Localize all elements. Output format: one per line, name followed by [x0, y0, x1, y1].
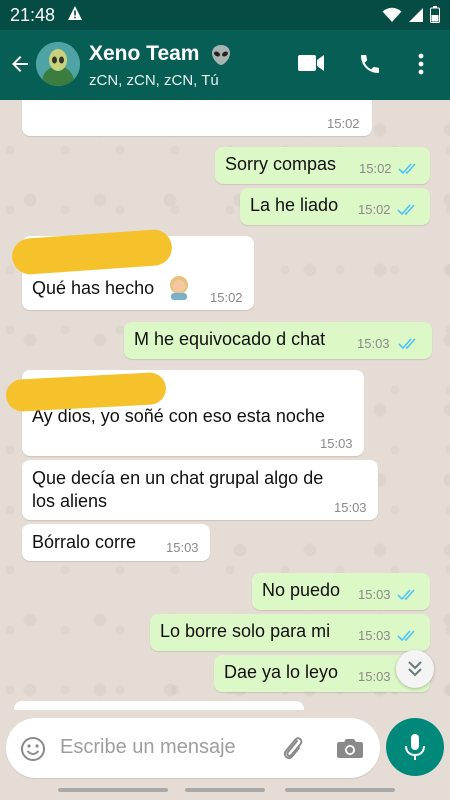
nav-back-handle[interactable] [58, 788, 168, 792]
message-text: Dae ya lo leyo [224, 662, 339, 682]
message-time: 15:03 [334, 500, 367, 515]
message-list[interactable]: 15:02 Sorry compas 15:02 La he liado 15:… [0, 100, 450, 710]
double-check-icon [397, 630, 415, 642]
message-text-line-2: los aliens [32, 491, 108, 511]
group-avatar[interactable] [36, 42, 80, 86]
signal-icon [408, 7, 424, 28]
voice-message-button[interactable] [386, 718, 444, 776]
message-text: Bórralo corre [32, 532, 137, 552]
message-text: Qué has hecho [32, 278, 155, 298]
scroll-to-bottom-button[interactable] [396, 650, 434, 688]
message-bubble-outgoing[interactable]: M he equivocado d chat 15:03 [124, 322, 432, 359]
message-bubble-incoming[interactable]: Que decía en un chat grupal algo de los … [22, 460, 378, 520]
message-time: 15:02 [359, 161, 392, 176]
message-bubble-outgoing[interactable]: No puedo 15:03 [252, 573, 430, 610]
message-time: 15:03 [358, 587, 391, 602]
message-time: 15:02 [358, 202, 391, 217]
message-time: 15:02 [210, 290, 243, 305]
message-text: Ay dios, yo soñé con eso esta noche [32, 406, 325, 426]
chat-title[interactable]: Xeno Team [89, 42, 199, 66]
more-options-icon[interactable] [417, 52, 425, 81]
camera-icon[interactable] [336, 737, 364, 764]
person-emoji-icon [167, 274, 191, 305]
double-check-icon [397, 204, 415, 216]
double-check-icon [397, 589, 415, 601]
status-bar: 21:48 [0, 0, 450, 30]
emoji-row-icon [298, 100, 378, 102]
attachment-icon[interactable] [281, 734, 305, 767]
message-bubble-outgoing[interactable]: Sorry compas 15:02 [215, 147, 430, 184]
battery-icon [430, 6, 440, 28]
alien-emoji-icon [209, 43, 233, 72]
message-text: La he liado [250, 195, 339, 215]
message-text: No puedo [262, 580, 341, 600]
double-check-icon [398, 163, 416, 175]
message-text: M he equivocado d chat [134, 329, 326, 349]
microphone-icon [405, 734, 425, 760]
back-arrow-icon[interactable] [8, 52, 32, 81]
message-time: 15:03 [320, 436, 353, 451]
double-check-icon [398, 338, 416, 350]
chat-header: Xeno Team zCN, zCN, zCN, Tú [0, 30, 450, 100]
warning-icon [67, 5, 83, 26]
video-call-icon[interactable] [297, 52, 325, 79]
message-bubble-outgoing[interactable]: Lo borre solo para mi 15:03 [150, 614, 430, 651]
message-text: Lo borre solo para mi [160, 621, 331, 641]
message-time: 15:03 [166, 540, 199, 555]
message-time: 15:03 [357, 336, 390, 351]
wifi-icon [382, 7, 402, 28]
message-time: 15:02 [327, 116, 360, 131]
message-bubble-incoming[interactable] [14, 701, 304, 710]
emoji-icon[interactable] [20, 736, 46, 767]
message-text-line-1: Que decía en un chat grupal algo de [32, 468, 324, 488]
message-time: 15:03 [358, 669, 391, 684]
message-bubble-incoming[interactable]: Bórralo corre 15:03 [22, 524, 210, 561]
message-text: Sorry compas [225, 154, 337, 174]
double-chevron-down-icon [408, 661, 422, 677]
nav-recents-handle[interactable] [285, 788, 395, 792]
message-bubble-incoming[interactable]: 15:02 [22, 100, 372, 136]
message-input[interactable]: Escribe un mensaje [6, 718, 380, 778]
nav-home-handle[interactable] [185, 788, 265, 792]
system-nav-bar [0, 780, 450, 800]
voice-call-icon[interactable] [358, 52, 382, 81]
message-input-placeholder[interactable]: Escribe un mensaje [60, 736, 236, 759]
chat-members[interactable]: zCN, zCN, zCN, Tú [89, 72, 219, 89]
message-bubble-outgoing[interactable]: La he liado 15:02 [240, 188, 430, 225]
status-time: 21:48 [10, 5, 56, 25]
message-time: 15:03 [358, 628, 391, 643]
